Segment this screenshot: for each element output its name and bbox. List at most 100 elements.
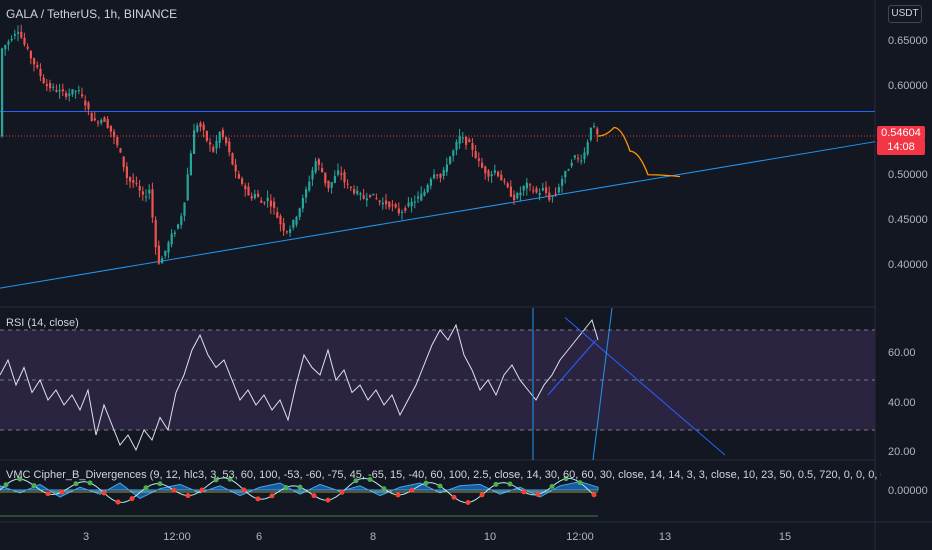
- bear-candle: [103, 117, 106, 122]
- bear-candle: [23, 37, 26, 45]
- bull-candle: [433, 174, 436, 179]
- bear-candle: [327, 180, 330, 189]
- bear-candle: [324, 172, 327, 184]
- bear-candle: [465, 136, 468, 145]
- bear-candle: [26, 46, 29, 49]
- bull-candle: [13, 33, 16, 36]
- bear-candle: [237, 174, 240, 179]
- bull-candle: [461, 137, 464, 139]
- bear-candle: [369, 194, 372, 197]
- bull-candle: [423, 191, 426, 196]
- chart-canvas[interactable]: [0, 0, 932, 550]
- bull-candle: [164, 250, 167, 256]
- vmc-cross-dot: [255, 496, 261, 502]
- vmc-cross-dot: [241, 487, 247, 493]
- bull-candle: [525, 182, 528, 189]
- vmc-cross-dot: [143, 485, 149, 491]
- bear-candle: [509, 186, 512, 197]
- rsi-label[interactable]: RSI (14, close): [6, 317, 79, 329]
- bear-candle: [260, 200, 263, 203]
- bull-candle: [561, 179, 564, 186]
- bull-candle: [186, 174, 189, 201]
- bear-candle: [545, 187, 548, 193]
- bull-candle: [365, 198, 368, 201]
- bull-candle: [52, 86, 55, 88]
- bull-candle: [183, 202, 186, 216]
- bull-candle: [413, 201, 416, 203]
- bull-candle: [298, 208, 301, 218]
- bear-candle: [42, 77, 45, 84]
- bull-candle: [573, 155, 576, 158]
- bear-candle: [55, 90, 58, 92]
- bull-candle: [295, 216, 298, 225]
- bear-candle: [228, 141, 231, 153]
- bull-candle: [148, 189, 151, 194]
- time-tick: 13: [658, 531, 672, 543]
- bear-candle: [378, 200, 381, 202]
- chart-title: GALA / TetherUS, 1h, BINANCE: [6, 7, 178, 21]
- bear-candle: [81, 94, 84, 97]
- bear-candle: [353, 189, 356, 194]
- vmc-label[interactable]: VMC Cipher_B_Divergences (9, 12, hlc3, 3…: [6, 469, 881, 481]
- bear-candle: [279, 216, 282, 225]
- bear-candle: [263, 202, 266, 204]
- bull-candle: [167, 242, 170, 253]
- vmc-cross-dot: [31, 483, 37, 489]
- vmc-cross-dot: [87, 480, 93, 486]
- bull-candle: [420, 193, 423, 201]
- bull-candle: [196, 125, 199, 132]
- bull-candle: [189, 153, 192, 176]
- bull-candle: [445, 164, 448, 172]
- bear-candle: [471, 143, 474, 151]
- bear-candle: [285, 231, 288, 233]
- vmc-cross-dot: [535, 492, 541, 498]
- bull-candle: [541, 188, 544, 191]
- bull-candle: [519, 192, 522, 196]
- bear-candle: [157, 245, 160, 264]
- current-price-label: 0.54604: [877, 126, 925, 141]
- bear-candle: [29, 51, 32, 59]
- price-tick: 0.65000: [888, 35, 928, 47]
- bear-candle: [205, 131, 208, 141]
- vmc-cross-dot: [479, 492, 485, 498]
- vmc-cross-dot: [185, 493, 191, 499]
- bear-candle: [362, 195, 365, 199]
- bear-candle: [45, 84, 48, 87]
- bear-candle: [221, 129, 224, 137]
- bull-candle: [17, 32, 20, 34]
- bear-candle: [596, 128, 599, 135]
- vmc-cross-dot: [339, 489, 345, 495]
- bear-candle: [273, 201, 276, 208]
- bull-candle: [1, 48, 4, 137]
- bear-candle: [199, 122, 202, 127]
- bull-candle: [218, 132, 221, 143]
- bear-candle: [106, 119, 109, 128]
- vmc-cross-dot: [521, 489, 527, 495]
- price-pane[interactable]: [0, 24, 876, 289]
- bear-candle: [468, 139, 471, 142]
- bull-candle: [10, 38, 13, 41]
- bear-candle: [577, 158, 580, 160]
- bear-candle: [87, 102, 90, 109]
- bull-candle: [100, 119, 103, 124]
- time-tick: 12:00: [566, 531, 594, 543]
- bear-candle: [244, 185, 247, 190]
- bear-candle: [49, 83, 52, 89]
- vmc-cross-dot: [199, 487, 205, 493]
- bull-candle: [417, 196, 420, 199]
- bear-candle: [439, 173, 442, 178]
- bull-candle: [570, 162, 573, 167]
- vmc-cross-dot: [311, 493, 317, 499]
- bear-candle: [202, 124, 205, 131]
- vmc-cross-dot: [3, 482, 9, 488]
- bear-candle: [61, 89, 64, 92]
- vmc-cross-dot: [171, 487, 177, 493]
- vmc-pane[interactable]: [0, 476, 599, 517]
- currency-badge[interactable]: USDT: [888, 5, 922, 23]
- price-tick: 0.45000: [888, 214, 928, 226]
- bull-candle: [308, 181, 311, 191]
- bear-candle: [36, 64, 39, 68]
- bull-candle: [180, 216, 183, 225]
- bull-candle: [161, 258, 164, 264]
- bear-candle: [385, 200, 388, 205]
